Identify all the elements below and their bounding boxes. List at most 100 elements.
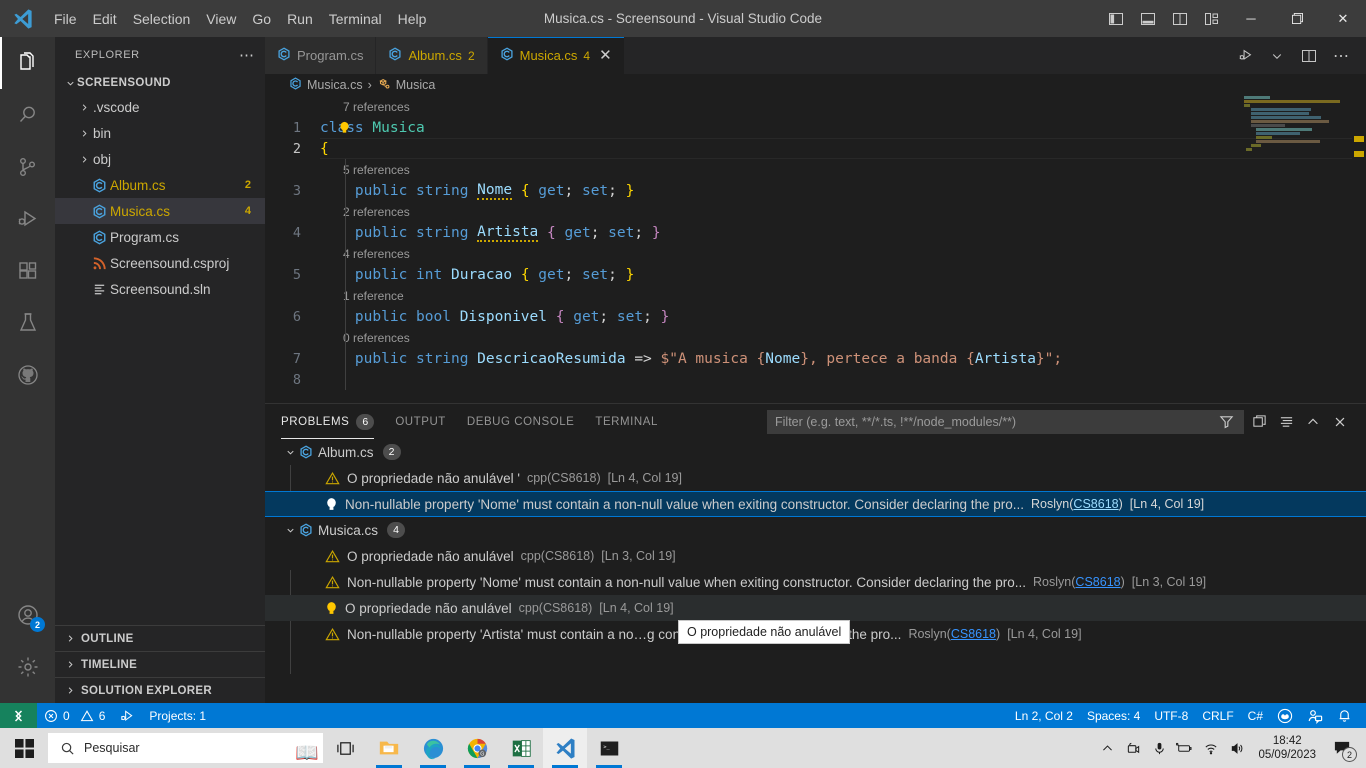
remote-window-button[interactable] bbox=[0, 703, 37, 728]
code-line-8[interactable]: 8 bbox=[265, 369, 1366, 390]
microphone-icon[interactable] bbox=[1146, 728, 1172, 768]
problem-code-link[interactable]: CS8618 bbox=[1073, 497, 1118, 511]
tab-debug-console[interactable]: DEBUG CONSOLE bbox=[467, 404, 574, 439]
code-line-6[interactable]: 6 public bool Disponivel { get ; set ; } bbox=[265, 306, 1366, 327]
tab-output[interactable]: OUTPUT bbox=[395, 404, 446, 439]
tab-problems[interactable]: PROBLEMS 6 bbox=[281, 404, 375, 439]
status-indentation[interactable]: Spaces: 4 bbox=[1080, 703, 1147, 728]
code-line-2[interactable]: 2 { bbox=[265, 138, 1366, 159]
status-language-mode[interactable]: C# bbox=[1241, 703, 1270, 728]
codelens-reference[interactable]: 4 references bbox=[265, 243, 1366, 264]
taskbar-vscode-icon[interactable] bbox=[543, 728, 587, 768]
taskbar-excel-icon[interactable] bbox=[499, 728, 543, 768]
menu-file[interactable]: File bbox=[46, 7, 85, 31]
chevron-down-icon[interactable] bbox=[1264, 43, 1290, 69]
codelens-reference[interactable]: 2 references bbox=[265, 201, 1366, 222]
code-line-1[interactable]: 1 class Musica bbox=[265, 117, 1366, 138]
sidebar-item-album-cs[interactable]: Album.cs 2 bbox=[55, 172, 265, 198]
breadcrumb-file[interactable]: Musica.cs bbox=[307, 78, 363, 92]
filter-input[interactable] bbox=[775, 414, 1214, 429]
more-actions-icon[interactable]: ⋯ bbox=[1328, 43, 1354, 69]
wifi-icon[interactable] bbox=[1198, 728, 1224, 768]
activity-accounts-icon[interactable]: 2 bbox=[0, 589, 55, 641]
menu-edit[interactable]: Edit bbox=[85, 7, 125, 31]
chevron-down-icon[interactable] bbox=[281, 525, 299, 536]
code-line-3[interactable]: 3 public string Nome { get ; set ; } bbox=[265, 180, 1366, 201]
status-projects[interactable]: Projects: 1 bbox=[142, 703, 213, 728]
activity-search-icon[interactable] bbox=[0, 89, 55, 141]
close-icon[interactable]: ✕ bbox=[599, 48, 612, 63]
problem-item[interactable]: O propriedade não anulável cpp(CS8618) [… bbox=[265, 595, 1366, 621]
codelens-reference[interactable]: 5 references bbox=[265, 159, 1366, 180]
activity-settings-gear-icon[interactable] bbox=[0, 641, 55, 693]
problem-code-link[interactable]: CS8618 bbox=[1075, 575, 1120, 589]
taskbar-chrome-icon[interactable]: G bbox=[455, 728, 499, 768]
sidebar-section-outline[interactable]: OUTLINE bbox=[55, 625, 265, 651]
activity-testing-icon[interactable] bbox=[0, 297, 55, 349]
speaker-icon[interactable] bbox=[1224, 728, 1250, 768]
chevron-down-icon[interactable] bbox=[281, 447, 299, 458]
status-copilot-icon[interactable] bbox=[1270, 703, 1300, 728]
status-run-debug[interactable] bbox=[112, 703, 142, 728]
problem-item[interactable]: Non-nullable property 'Nome' must contai… bbox=[265, 491, 1366, 517]
codelens-reference[interactable]: 7 references bbox=[265, 96, 1366, 117]
task-view-icon[interactable] bbox=[323, 728, 367, 768]
maximize-panel-icon[interactable] bbox=[1301, 410, 1325, 434]
sidebar-section-solution-explorer[interactable]: SOLUTION EXPLORER bbox=[55, 677, 265, 703]
codelens-reference[interactable]: 0 references bbox=[265, 327, 1366, 348]
taskbar-file-explorer-icon[interactable] bbox=[367, 728, 411, 768]
code-line-4[interactable]: 4 public string Artista { get ; set ; } bbox=[265, 222, 1366, 243]
sidebar-item-obj[interactable]: obj bbox=[55, 146, 265, 172]
camera-icon[interactable] bbox=[1120, 728, 1146, 768]
taskbar-clock[interactable]: 18:42 05/09/2023 bbox=[1250, 728, 1324, 768]
chevron-up-icon[interactable] bbox=[1094, 728, 1120, 768]
menu-view[interactable]: View bbox=[198, 7, 244, 31]
code-editor[interactable]: 7 references 1 class Musica 2 { bbox=[265, 96, 1366, 390]
status-cursor-position[interactable]: Ln 2, Col 2 bbox=[1008, 703, 1080, 728]
toggle-secondary-sidebar-icon[interactable] bbox=[1164, 4, 1196, 34]
status-eol[interactable]: CRLF bbox=[1195, 703, 1240, 728]
breadcrumb-symbol[interactable]: Musica bbox=[396, 78, 436, 92]
codelens-text[interactable]: 7 references bbox=[343, 100, 410, 114]
codelens-text[interactable]: 5 references bbox=[343, 163, 410, 177]
status-encoding[interactable]: UTF-8 bbox=[1147, 703, 1195, 728]
status-problems[interactable]: 0 6 bbox=[37, 703, 112, 728]
sidebar-item-musica-cs[interactable]: Musica.cs 4 bbox=[55, 198, 265, 224]
filter-icon[interactable] bbox=[1214, 410, 1238, 434]
lightbulb-icon[interactable] bbox=[339, 121, 350, 134]
problem-code-link[interactable]: CS8618 bbox=[951, 627, 996, 641]
tree-root-screensound[interactable]: SCREENSOUND bbox=[55, 72, 265, 94]
activity-extensions-icon[interactable] bbox=[0, 245, 55, 297]
sidebar-item-bin[interactable]: bin bbox=[55, 120, 265, 146]
tab-program-cs[interactable]: Program.cs bbox=[265, 37, 377, 74]
ellipsis-icon[interactable]: ⋯ bbox=[239, 46, 255, 64]
activity-run-debug-icon[interactable] bbox=[0, 193, 55, 245]
problem-item[interactable]: O propriedade não anulável ' cpp(CS8618)… bbox=[265, 465, 1366, 491]
problem-item[interactable]: Non-nullable property 'Nome' must contai… bbox=[265, 569, 1366, 595]
toggle-primary-sidebar-icon[interactable] bbox=[1100, 4, 1132, 34]
status-notifications-bell-icon[interactable] bbox=[1330, 703, 1366, 728]
menu-selection[interactable]: Selection bbox=[125, 7, 199, 31]
problems-filter[interactable] bbox=[767, 409, 1244, 434]
window-close-button[interactable]: ✕ bbox=[1320, 0, 1366, 37]
menu-run[interactable]: Run bbox=[279, 7, 321, 31]
codelens-text[interactable]: 2 references bbox=[343, 205, 410, 219]
split-editor-icon[interactable] bbox=[1296, 43, 1322, 69]
tab-album-cs[interactable]: Album.cs 2 bbox=[376, 37, 488, 74]
collapse-all-icon[interactable] bbox=[1274, 410, 1298, 434]
sidebar-item-screensound-csproj[interactable]: Screensound.csproj bbox=[55, 250, 265, 276]
problems-group-musica-cs[interactable]: Musica.cs 4 bbox=[265, 517, 1366, 543]
editor-scrollbar[interactable] bbox=[1352, 96, 1366, 427]
sidebar-item-screensound-sln[interactable]: Screensound.sln bbox=[55, 276, 265, 302]
codelens-text[interactable]: 4 references bbox=[343, 247, 410, 261]
codelens-text[interactable]: 1 reference bbox=[343, 289, 404, 303]
menu-terminal[interactable]: Terminal bbox=[321, 7, 390, 31]
taskbar-search[interactable]: Pesquisar 📖 bbox=[48, 733, 323, 764]
window-maximize-button[interactable] bbox=[1274, 0, 1320, 37]
activity-github-icon[interactable] bbox=[0, 349, 55, 401]
sidebar-item-vscode[interactable]: .vscode bbox=[55, 94, 265, 120]
menu-go[interactable]: Go bbox=[244, 7, 279, 31]
view-as-table-icon[interactable] bbox=[1247, 410, 1271, 434]
sidebar-item-program-cs[interactable]: Program.cs bbox=[55, 224, 265, 250]
taskbar-terminal-icon[interactable]: >_ bbox=[587, 728, 631, 768]
